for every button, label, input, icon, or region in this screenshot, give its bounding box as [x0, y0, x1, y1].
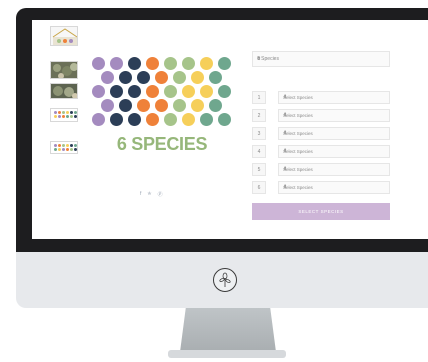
product-thumbnail-1[interactable]: [50, 26, 78, 46]
species-row: 2 Select Species ⬍: [252, 109, 390, 122]
row-number: 4: [252, 145, 266, 158]
species-select[interactable]: Select Species ⬍: [278, 145, 390, 158]
seed-dot: [119, 71, 132, 84]
seed-dot: [110, 57, 123, 70]
seed-dot: [164, 85, 177, 98]
caret-icon: ⬍: [283, 94, 288, 100]
row-number: 1: [252, 91, 266, 104]
share-links: f ✯ Ⓟ: [140, 191, 163, 198]
seed-dot: [173, 99, 186, 112]
caret-icon: ⬍: [283, 148, 288, 154]
seed-dot: [101, 99, 114, 112]
species-select[interactable]: Select Species ⬍: [278, 127, 390, 140]
twitter-icon[interactable]: ✯: [147, 191, 151, 198]
flower-logo-icon: [213, 268, 237, 292]
seed-dot: [191, 99, 204, 112]
pinterest-icon[interactable]: Ⓟ: [158, 191, 163, 198]
species-count-label: 6 SPECIES: [116, 134, 208, 154]
species-row: 3 Select Species ⬍: [252, 127, 390, 140]
seed-dot: [110, 85, 123, 98]
seed-dot: [101, 71, 114, 84]
row-number: 3: [252, 127, 266, 140]
species-select[interactable]: Select Species ⬍: [278, 91, 390, 104]
seed-dot: [146, 113, 159, 126]
product-thumbnail-4[interactable]: [50, 108, 78, 122]
monitor-foot: [168, 350, 286, 358]
seed-dot: [182, 85, 195, 98]
seed-dot: [128, 85, 141, 98]
seed-dot: [92, 113, 105, 126]
product-thumbnail-2[interactable]: [50, 61, 78, 79]
species-select[interactable]: Select Species ⬍: [278, 181, 390, 194]
row-number: 5: [252, 163, 266, 176]
seed-dot: [146, 85, 159, 98]
species-select[interactable]: Select Species ⬍: [278, 109, 390, 122]
seed-dot: [155, 99, 168, 112]
seed-dot: [182, 113, 195, 126]
seed-dot: [173, 71, 186, 84]
seed-dot: [110, 113, 123, 126]
caret-icon: ⬍: [283, 130, 288, 136]
caret-icon: ⬍: [257, 56, 262, 62]
species-row: 4 Select Species ⬍: [252, 145, 390, 158]
product-thumbnail-3[interactable]: [50, 83, 78, 99]
seed-dot: [164, 113, 177, 126]
seed-dot: [92, 57, 105, 70]
caret-icon: ⬍: [283, 112, 288, 118]
select-species-button[interactable]: SELECT SPECIES: [252, 203, 390, 220]
facebook-icon[interactable]: f: [140, 191, 141, 198]
seed-dot: [137, 99, 150, 112]
seed-dot: [209, 99, 222, 112]
seed-dot: [218, 113, 231, 126]
seed-dot: [164, 57, 177, 70]
seed-dot: [128, 113, 141, 126]
thumbnail-dot-grid: [51, 109, 77, 120]
seed-dot: [146, 57, 159, 70]
seed-dot: [209, 71, 222, 84]
caret-icon: ⬍: [283, 184, 288, 190]
seed-dot: [218, 57, 231, 70]
product-thumbnail-5[interactable]: [50, 141, 78, 154]
species-select[interactable]: Select Species ⬍: [278, 163, 390, 176]
seed-dot: [92, 85, 105, 98]
seed-dot: [137, 71, 150, 84]
seed-dot: [191, 71, 204, 84]
seed-dot: [218, 85, 231, 98]
seed-dot: [128, 57, 141, 70]
species-count-select[interactable]: 6 Species ⬍: [252, 51, 390, 67]
species-row: 5 Select Species ⬍: [252, 163, 390, 176]
thumbnail-dot-grid: [51, 142, 77, 153]
species-row: 6 Select Species ⬍: [252, 181, 390, 194]
row-number: 6: [252, 181, 266, 194]
seed-dot: [200, 113, 213, 126]
seed-dot: [200, 57, 213, 70]
seed-dot: [200, 85, 213, 98]
seed-dot: [155, 71, 168, 84]
seed-dot: [182, 57, 195, 70]
seed-dot: [119, 99, 132, 112]
monitor-stand: [180, 308, 276, 352]
row-number: 2: [252, 109, 266, 122]
caret-icon: ⬍: [283, 166, 288, 172]
species-row: 1 Select Species ⬍: [252, 91, 390, 104]
